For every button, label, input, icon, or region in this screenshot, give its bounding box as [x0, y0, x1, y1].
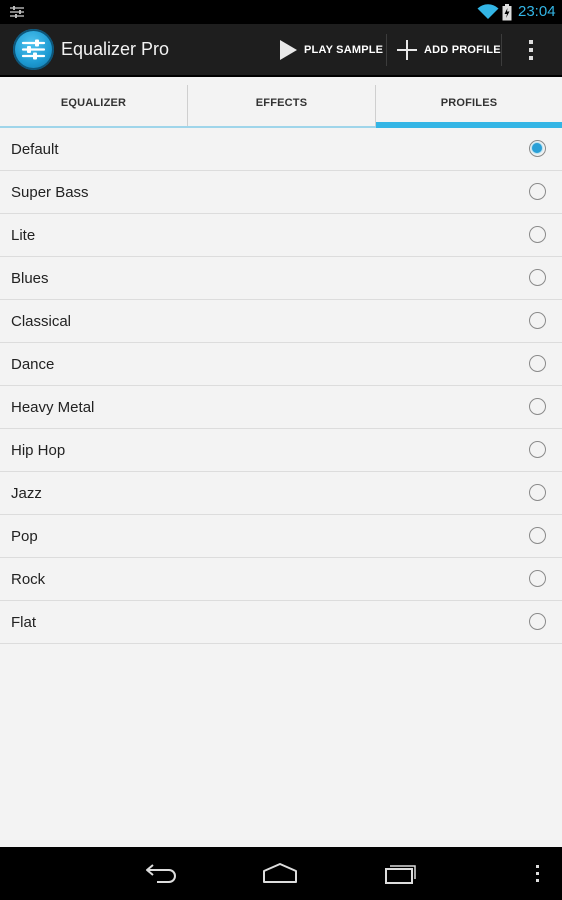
home-icon[interactable] — [262, 861, 298, 885]
overflow-menu-icon[interactable] — [524, 38, 538, 62]
menu-icon[interactable] — [534, 864, 542, 884]
radio-button[interactable] — [529, 226, 546, 243]
radio-button[interactable] — [529, 355, 546, 372]
plus-icon — [397, 40, 417, 60]
profile-item-default[interactable]: Default — [0, 128, 562, 171]
radio-button[interactable] — [529, 484, 546, 501]
status-time: 23:04 — [518, 3, 556, 20]
profile-item-hip-hop[interactable]: Hip Hop — [0, 429, 562, 472]
navigation-bar — [0, 847, 562, 900]
radio-button[interactable] — [529, 613, 546, 630]
profile-item-rock[interactable]: Rock — [0, 558, 562, 601]
radio-button[interactable] — [529, 398, 546, 415]
wifi-icon — [477, 4, 499, 19]
profile-label: Lite — [11, 227, 36, 244]
radio-button[interactable] — [529, 312, 546, 329]
equalizer-notification-icon — [10, 6, 24, 18]
profile-item-jazz[interactable]: Jazz — [0, 472, 562, 515]
profile-label: Default — [11, 141, 59, 158]
radio-button[interactable] — [529, 570, 546, 587]
profile-label: Flat — [11, 614, 37, 631]
profile-item-heavy-metal[interactable]: Heavy Metal — [0, 386, 562, 429]
action-bar: Equalizer Pro PLAY SAMPLE ADD PROFILE — [0, 24, 562, 76]
profile-label: Jazz — [11, 485, 42, 502]
back-icon[interactable] — [143, 861, 179, 885]
tab-bar: EQUALIZER EFFECTS PROFILES — [0, 77, 562, 128]
tab-equalizer[interactable]: EQUALIZER — [0, 77, 187, 128]
profile-label: Blues — [11, 270, 49, 287]
profile-label: Super Bass — [11, 184, 89, 201]
profile-label: Classical — [11, 313, 72, 330]
app-title: Equalizer Pro — [61, 39, 170, 59]
radio-button-selected[interactable] — [529, 140, 546, 157]
profile-label: Rock — [11, 571, 46, 588]
radio-button[interactable] — [529, 441, 546, 458]
profile-item-classical[interactable]: Classical — [0, 300, 562, 343]
add-profile-label: ADD PROFILE — [424, 44, 501, 56]
profile-label: Pop — [11, 528, 38, 545]
profile-item-dance[interactable]: Dance — [0, 343, 562, 386]
profiles-list: Default Super Bass Lite Blues Classical … — [0, 128, 562, 847]
battery-charging-icon — [502, 4, 512, 21]
profile-item-pop[interactable]: Pop — [0, 515, 562, 558]
profile-label: Heavy Metal — [11, 399, 95, 416]
play-sample-label: PLAY SAMPLE — [304, 44, 384, 56]
play-icon — [280, 40, 297, 60]
action-divider — [386, 34, 387, 66]
profile-item-super-bass[interactable]: Super Bass — [0, 171, 562, 214]
radio-button[interactable] — [529, 269, 546, 286]
profile-item-blues[interactable]: Blues — [0, 257, 562, 300]
add-profile-button[interactable]: ADD PROFILE — [396, 24, 501, 76]
tab-profiles[interactable]: PROFILES — [376, 77, 562, 128]
radio-button[interactable] — [529, 527, 546, 544]
profile-item-flat[interactable]: Flat — [0, 601, 562, 644]
profile-label: Dance — [11, 356, 55, 373]
profile-item-lite[interactable]: Lite — [0, 214, 562, 257]
profile-label: Hip Hop — [11, 442, 66, 459]
tab-effects[interactable]: EFFECTS — [188, 77, 375, 128]
radio-button[interactable] — [529, 183, 546, 200]
play-sample-button[interactable]: PLAY SAMPLE — [278, 24, 383, 76]
recent-apps-icon[interactable] — [383, 861, 419, 885]
action-divider — [501, 34, 502, 66]
status-bar: 23:04 — [0, 0, 562, 24]
equalizer-app-icon[interactable] — [13, 29, 54, 70]
